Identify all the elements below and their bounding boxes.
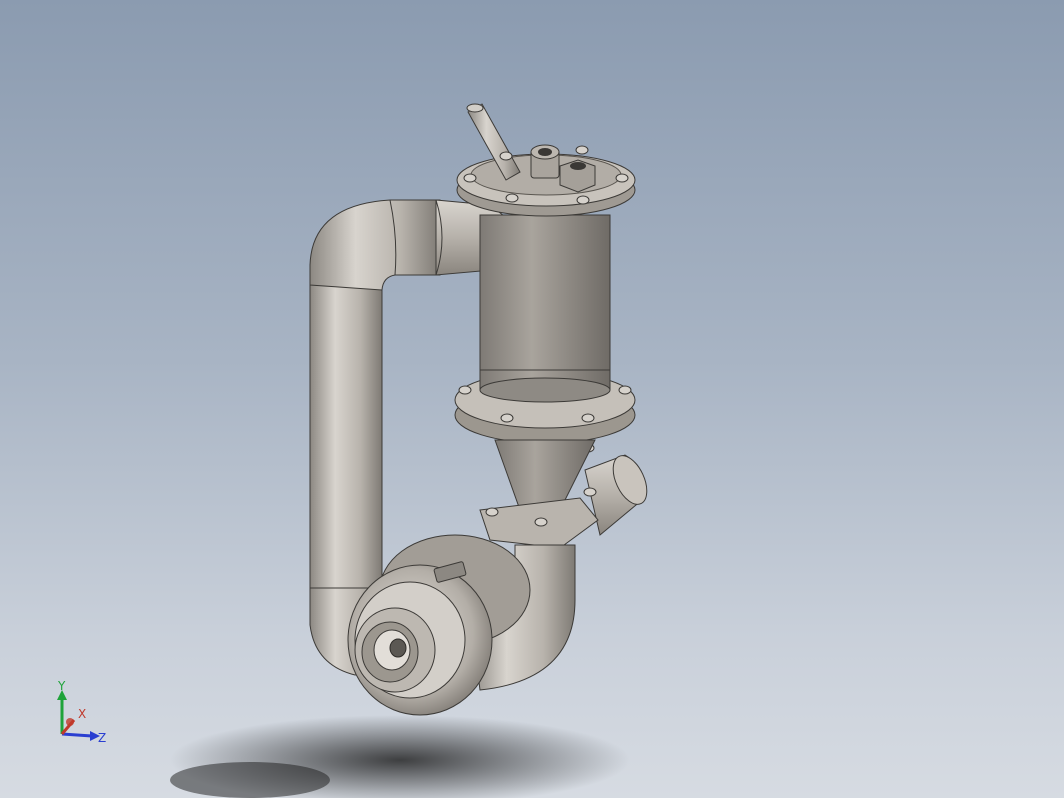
z-axis-label: Z xyxy=(98,731,106,745)
y-axis-label: Y xyxy=(57,679,66,693)
impeller-hub xyxy=(389,638,407,658)
z-axis-line xyxy=(61,732,93,738)
return-pipe-vertical xyxy=(309,279,383,601)
pump-assembly-model[interactable] xyxy=(0,0,1064,798)
separator-column xyxy=(479,214,611,391)
top-elbow xyxy=(309,199,441,291)
axis-triad: Y X Z xyxy=(57,679,106,745)
triad-origin xyxy=(66,718,74,726)
cad-3d-viewport[interactable]: Y X Z xyxy=(0,0,1064,798)
x-axis-label: X xyxy=(78,707,86,721)
